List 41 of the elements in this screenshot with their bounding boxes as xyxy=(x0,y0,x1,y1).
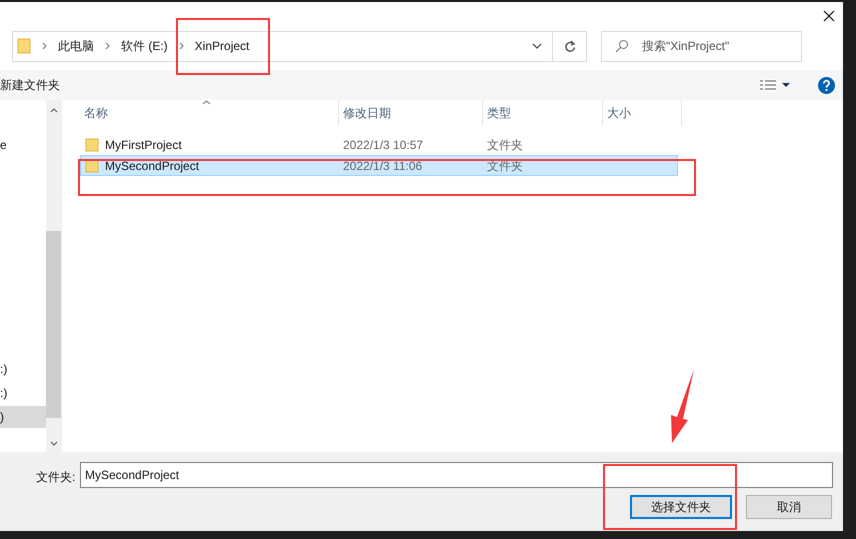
folder-name-field[interactable]: MySecondProject xyxy=(80,462,833,488)
modified-date: 2022/1/3 10:57 xyxy=(342,136,424,154)
chevron-icon[interactable] xyxy=(178,42,184,50)
scroll-down-icon[interactable] xyxy=(50,441,58,446)
file-row[interactable]: MySecondProject 2022/1/3 11:06 文件夹 xyxy=(80,155,678,176)
file-type: 文件夹 xyxy=(486,158,523,174)
scroll-thumb[interactable] xyxy=(46,231,61,418)
search-field[interactable]: 搜索"XinProject" xyxy=(601,30,802,62)
column-header[interactable]: 修改日期 xyxy=(343,104,391,122)
file-name: MyFirstProject xyxy=(105,136,182,154)
nav-item[interactable]: :) xyxy=(0,358,46,380)
modified-date: 2022/1/3 11:06 xyxy=(342,158,424,174)
select-folder-button[interactable]: 选择文件夹 xyxy=(630,495,732,519)
breadcrumb-item[interactable]: 软件 (E:) xyxy=(121,37,168,55)
cancel-button[interactable]: 取消 xyxy=(746,495,832,519)
folder-label: 文件夹: xyxy=(36,469,76,486)
chevron-icon[interactable] xyxy=(42,42,47,50)
dropdown-icon[interactable] xyxy=(532,43,542,49)
chevron-icon[interactable] xyxy=(105,42,110,50)
nav-item[interactable]: ) xyxy=(0,406,46,428)
folder-icon xyxy=(17,38,31,54)
scroll-up-icon[interactable] xyxy=(50,108,58,113)
address-bar[interactable]: 此电脑 软件 (E:) XinProject xyxy=(12,30,587,62)
refresh-icon xyxy=(564,40,576,52)
folder-icon xyxy=(85,138,99,152)
scrollbar[interactable] xyxy=(46,100,62,452)
help-icon[interactable] xyxy=(818,76,835,94)
breadcrumb-item[interactable]: 此电脑 xyxy=(58,37,94,55)
file-row[interactable]: MyFirstProject 2022/1/3 10:57 文件夹 xyxy=(80,134,678,155)
file-name: MySecondProject xyxy=(105,158,200,174)
column-header[interactable]: 类型 xyxy=(487,104,511,122)
search-icon xyxy=(615,38,629,52)
close-icon[interactable] xyxy=(823,10,835,22)
nav-item[interactable]: e xyxy=(0,134,46,156)
file-type: 文件夹 xyxy=(486,136,523,154)
column-header[interactable]: 大小 xyxy=(607,104,631,122)
breadcrumb-item[interactable]: XinProject xyxy=(194,37,250,55)
nav-item[interactable]: :) xyxy=(0,382,46,404)
column-header[interactable]: 名称 xyxy=(84,104,108,122)
view-options-icon[interactable] xyxy=(760,80,790,90)
new-folder-button[interactable]: 新建文件夹 xyxy=(0,76,60,94)
